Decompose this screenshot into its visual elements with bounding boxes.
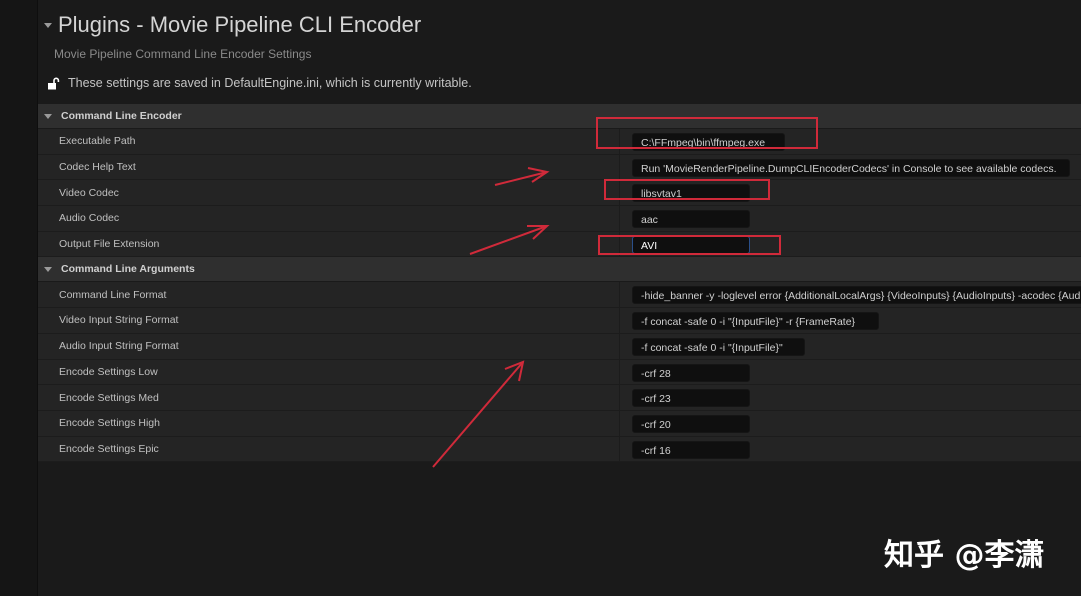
annotation-arrows (432, 167, 550, 468)
annotation-arrow (432, 361, 524, 468)
annotation-arrow (469, 225, 548, 255)
watermark: 知乎 @李潇 (884, 538, 1045, 573)
annotation-arrow (494, 171, 548, 186)
